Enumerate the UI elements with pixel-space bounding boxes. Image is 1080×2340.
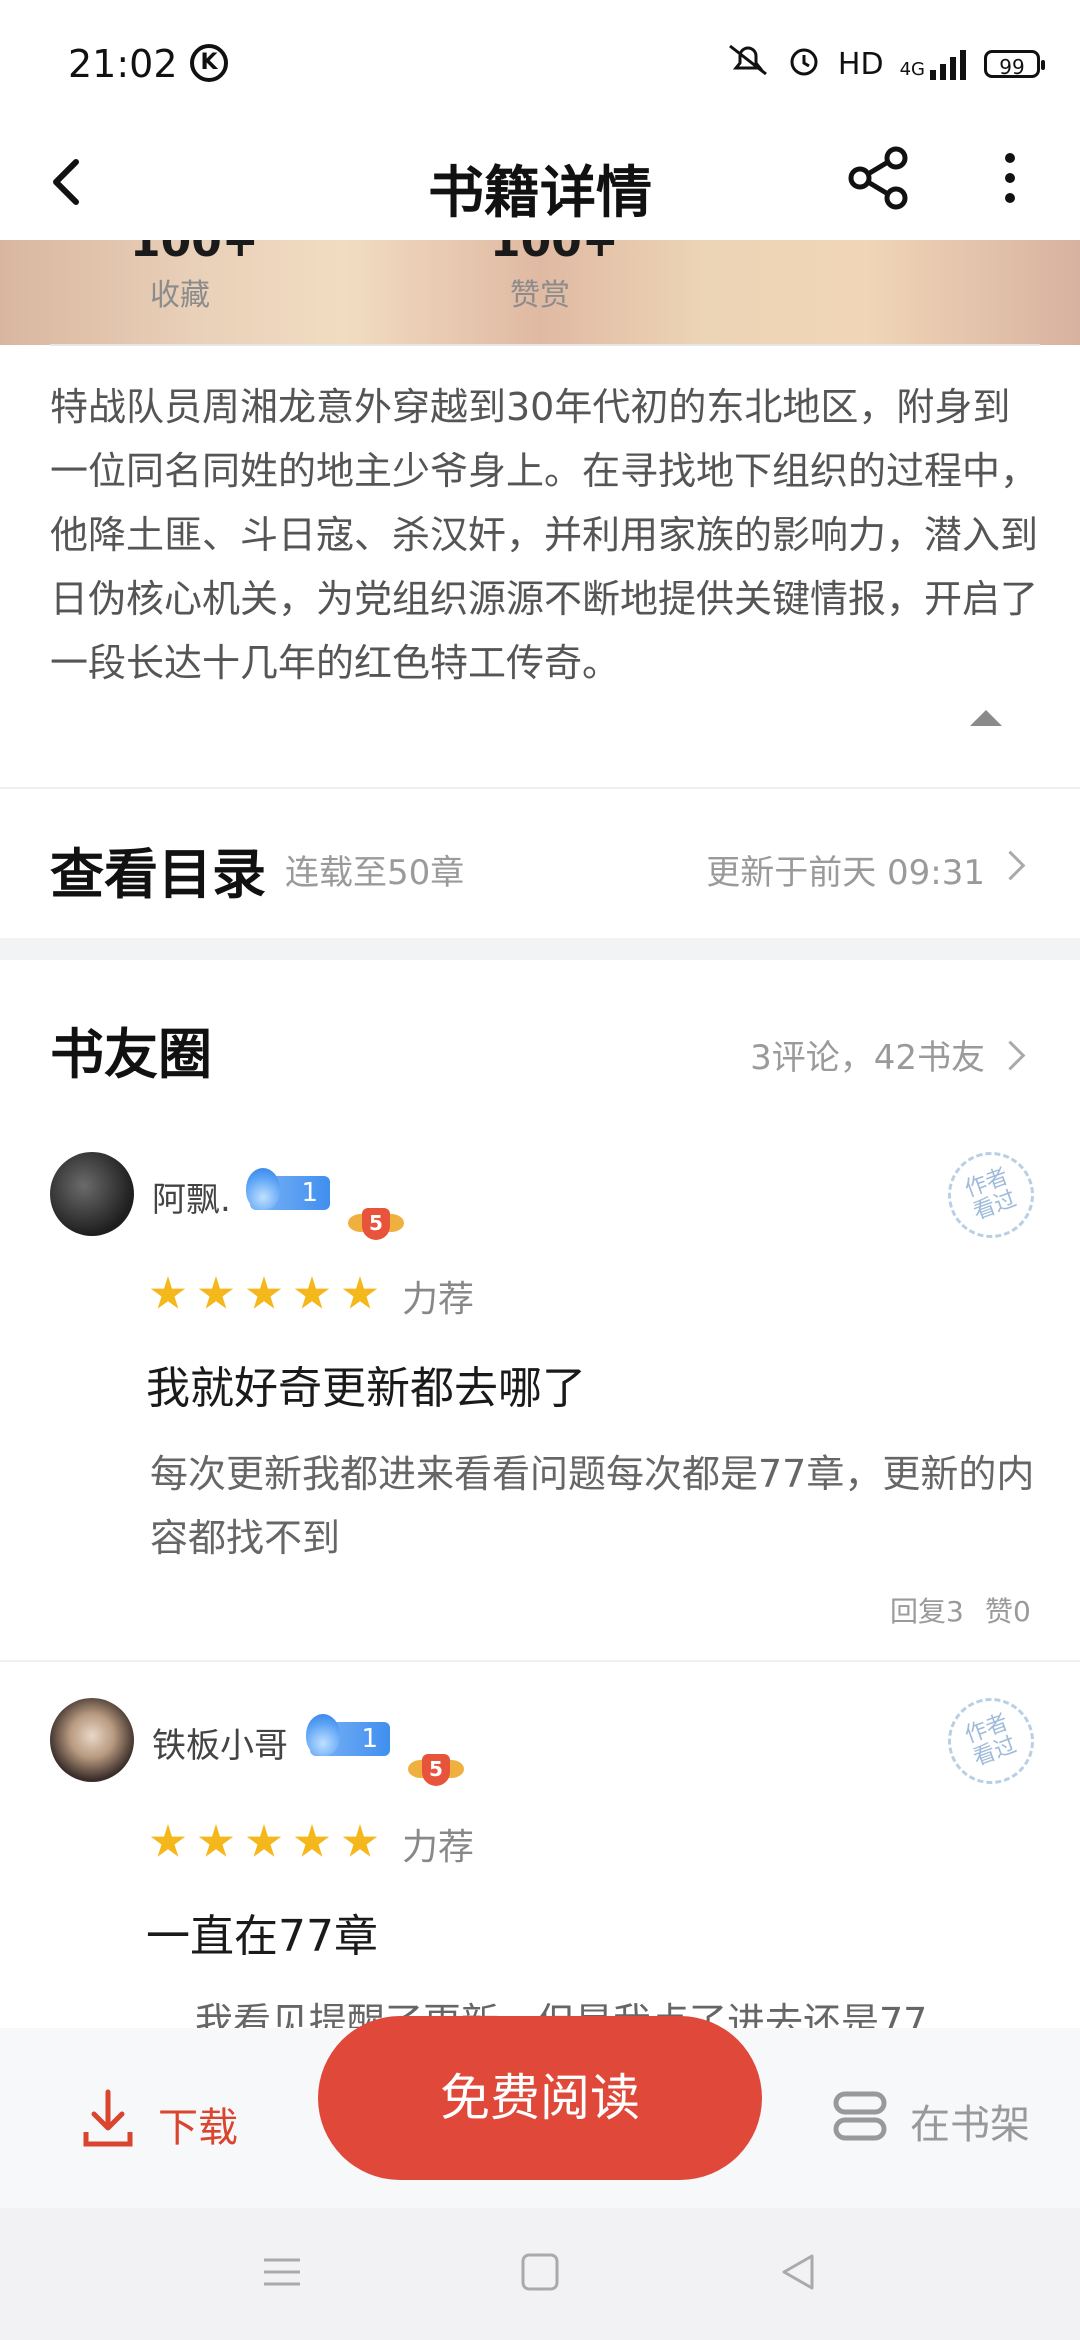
avatar[interactable] bbox=[50, 1152, 134, 1236]
book-stats-banner: 100+ 收藏 100+ 赞赏 bbox=[0, 240, 1080, 345]
serial-status: 连载至50章 bbox=[285, 853, 465, 893]
chevron-right-icon bbox=[995, 1040, 1026, 1071]
update-time: 更新于前天 09:31 bbox=[706, 853, 985, 893]
rewards-count: 100+ bbox=[490, 240, 619, 267]
comment-card[interactable]: 阿飘. 1 5 作者 看过 力荐 我就好奇更新都去哪了 每次更新我都进来看看问题… bbox=[0, 1139, 1080, 1660]
rating-label: 力荐 bbox=[402, 1279, 475, 1320]
star-icon bbox=[246, 1276, 282, 1309]
on-shelf-button[interactable]: 在书架 bbox=[830, 2088, 1030, 2154]
free-read-button[interactable]: 免费阅读 bbox=[318, 2016, 762, 2180]
username[interactable]: 铁板小哥 bbox=[152, 1718, 288, 1767]
vip-badge: 5 bbox=[408, 1752, 464, 1792]
favorites-count: 100+ bbox=[130, 240, 259, 267]
rating-stars bbox=[150, 1276, 378, 1312]
status-icons: HD 4G 99 bbox=[726, 42, 1045, 86]
bottom-action-bar: 下载 免费阅读 在书架 bbox=[0, 2016, 1080, 2208]
flame-icon bbox=[306, 1714, 340, 1756]
book-synopsis: 特战队员周湘龙意外穿越到30年代初的东北地区，附身到一位同名同姓的地主少爷身上。… bbox=[50, 385, 1039, 685]
vip-level: 5 bbox=[422, 1754, 450, 1786]
catalog-title: 查看目录 bbox=[50, 842, 266, 906]
battery-icon: 99 bbox=[984, 50, 1045, 79]
level-number: 1 bbox=[301, 1178, 318, 1208]
download-button[interactable]: 下载 bbox=[80, 2088, 238, 2160]
star-icon bbox=[198, 1824, 234, 1857]
favorites-label: 收藏 bbox=[150, 278, 210, 313]
more-vertical-icon[interactable] bbox=[980, 138, 1040, 218]
download-icon bbox=[80, 2088, 136, 2160]
author-read-stamp: 作者 看过 bbox=[935, 1139, 1047, 1251]
fan-level-badge: 1 bbox=[306, 1714, 390, 1756]
top-nav-bar: 书籍详情 bbox=[0, 130, 1080, 240]
avatar[interactable] bbox=[50, 1698, 134, 1782]
vip-level: 5 bbox=[362, 1208, 390, 1240]
author-read-stamp: 作者 看过 bbox=[935, 1690, 1047, 1797]
star-icon bbox=[294, 1276, 330, 1309]
divider bbox=[0, 1660, 1080, 1662]
rating-label: 力荐 bbox=[402, 1827, 475, 1868]
divider bbox=[0, 787, 1080, 789]
star-icon bbox=[246, 1824, 282, 1857]
comment-title: 一直在77章 bbox=[146, 1911, 378, 1962]
menu-icon[interactable] bbox=[262, 2252, 302, 2296]
vip-badge: 5 bbox=[348, 1206, 404, 1246]
divider bbox=[50, 344, 1040, 346]
rating-stars bbox=[150, 1824, 378, 1860]
home-icon[interactable] bbox=[520, 2252, 560, 2296]
book-circle-stats[interactable]: 3评论，42书友 bbox=[750, 1030, 985, 1079]
flame-icon bbox=[246, 1168, 280, 1210]
star-icon bbox=[150, 1276, 186, 1309]
on-shelf-label: 在书架 bbox=[910, 2102, 1030, 2148]
comment-body: 每次更新我都进来看看问题每次都是77章，更新的内容都找不到 bbox=[150, 1452, 1035, 1560]
section-gap bbox=[0, 938, 1080, 960]
k-app-icon: K bbox=[190, 44, 228, 82]
like-count[interactable]: 赞0 bbox=[985, 1590, 1031, 1630]
reply-count[interactable]: 回复3 bbox=[890, 1590, 964, 1630]
system-nav-bar bbox=[0, 2208, 1080, 2340]
star-icon bbox=[342, 1824, 378, 1857]
fan-level-badge: 1 bbox=[246, 1168, 330, 1210]
star-icon bbox=[150, 1824, 186, 1857]
comment-card[interactable]: 铁板小哥 1 5 作者 看过 力荐 一直在77章 我看见提醒了更新，但是我点了进… bbox=[0, 1690, 1080, 2028]
star-icon bbox=[198, 1276, 234, 1309]
signal-icon: 4G bbox=[900, 48, 968, 80]
star-icon bbox=[294, 1824, 330, 1857]
comment-title: 我就好奇更新都去哪了 bbox=[146, 1363, 586, 1414]
level-number: 1 bbox=[361, 1724, 378, 1754]
star-icon bbox=[342, 1276, 378, 1309]
bookshelf-icon bbox=[830, 2088, 890, 2154]
hd-indicator: HD bbox=[837, 46, 884, 82]
status-bar: 21:02 K HD 4G 99 bbox=[0, 0, 1080, 130]
collapse-triangle-icon[interactable] bbox=[970, 710, 1002, 726]
mute-icon bbox=[726, 42, 770, 86]
status-time: 21:02 bbox=[68, 42, 178, 86]
username[interactable]: 阿飘. bbox=[152, 1172, 231, 1221]
download-label: 下载 bbox=[158, 2105, 238, 2151]
back-triangle-icon[interactable] bbox=[778, 2252, 818, 2296]
book-circle-title: 书友圈 bbox=[50, 1022, 212, 1086]
network-type: 4G bbox=[899, 59, 925, 80]
rewards-label: 赞赏 bbox=[510, 278, 570, 313]
share-icon[interactable] bbox=[840, 138, 920, 218]
alarm-icon bbox=[786, 42, 822, 86]
